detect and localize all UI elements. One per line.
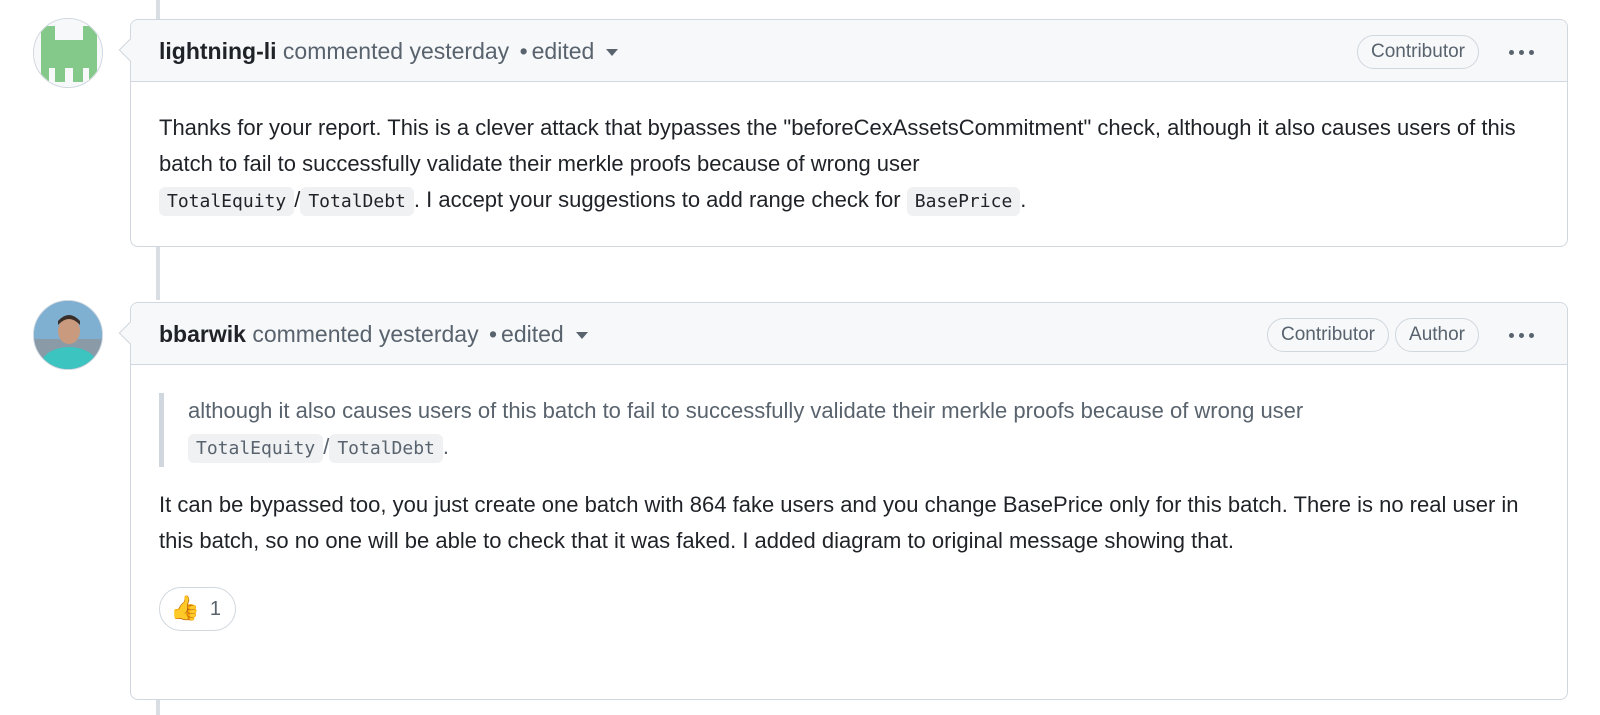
identicon-avatar-icon: [34, 19, 102, 87]
more-options-icon[interactable]: [1495, 318, 1547, 352]
comment-card: bbarwik commented yesterday • edited Cont…: [118, 302, 1568, 700]
edited-label[interactable]: edited: [501, 321, 564, 347]
avatar-lightning-li[interactable]: [33, 18, 103, 88]
reaction-count: 1: [209, 598, 222, 620]
quote-text: although it also causes users of this ba…: [188, 398, 1304, 423]
comment-meta: lightning-li commented yesterday • edited: [159, 38, 619, 64]
comment-timestamp[interactable]: commented yesterday: [283, 38, 509, 64]
more-options-icon[interactable]: [1495, 35, 1547, 69]
reaction-thumbs-up-button[interactable]: 👍 1: [159, 587, 237, 631]
thumbs-up-icon: 👍: [170, 595, 200, 622]
comment-card: lightning-li commented yesterday • edited…: [118, 19, 1568, 247]
timeline-line: [156, 700, 160, 715]
comment-caret: [118, 38, 142, 62]
inline-code: TotalDebt: [300, 187, 414, 216]
period-text: .: [442, 434, 450, 459]
separator-dot: •: [519, 38, 528, 64]
author-link[interactable]: bbarwik: [159, 321, 246, 347]
comment-meta: bbarwik commented yesterday • edited: [159, 321, 588, 347]
avatar-bbarwik[interactable]: [33, 300, 103, 370]
inline-code: TotalEquity: [159, 187, 295, 216]
user-photo-avatar-icon: [34, 301, 102, 369]
badges: Contributor Author: [1267, 318, 1547, 352]
comment-paragraph: It can be bypassed too, you just create …: [159, 492, 1519, 553]
comment-header: lightning-li commented yesterday • edited…: [118, 20, 1567, 82]
comment-timestamp[interactable]: commented yesterday: [252, 321, 478, 347]
separator-dot: •: [488, 321, 498, 347]
inline-code: TotalEquity: [188, 434, 324, 463]
comment-caret: [118, 321, 142, 345]
edited-label[interactable]: edited: [532, 38, 595, 64]
timeline-line: [156, 0, 160, 20]
badges: Contributor: [1357, 35, 1547, 69]
chevron-down-icon[interactable]: [606, 49, 619, 57]
author-badge: Author: [1395, 318, 1479, 352]
quoted-text: although it also causes users of this ba…: [159, 393, 1539, 467]
timeline-line: [156, 245, 160, 300]
comment-body: although it also causes users of this ba…: [131, 365, 1567, 631]
contributor-badge: Contributor: [1357, 35, 1479, 69]
contributor-badge: Contributor: [1267, 318, 1390, 352]
comment-text: . I accept your suggestions to add range…: [413, 187, 901, 212]
comment-text: .: [1020, 187, 1027, 212]
author-link[interactable]: lightning-li: [159, 38, 277, 64]
inline-code: BasePrice: [906, 187, 1021, 216]
chevron-down-icon[interactable]: [575, 332, 588, 340]
comment-header: bbarwik commented yesterday • edited Cont…: [118, 303, 1567, 365]
comment-text: Thanks for your report. This is a clever…: [159, 115, 1516, 176]
comment-body: Thanks for your report. This is a clever…: [131, 82, 1567, 220]
comment-paragraph: Thanks for your report. This is a clever…: [159, 110, 1539, 220]
inline-code: TotalDebt: [329, 434, 443, 463]
